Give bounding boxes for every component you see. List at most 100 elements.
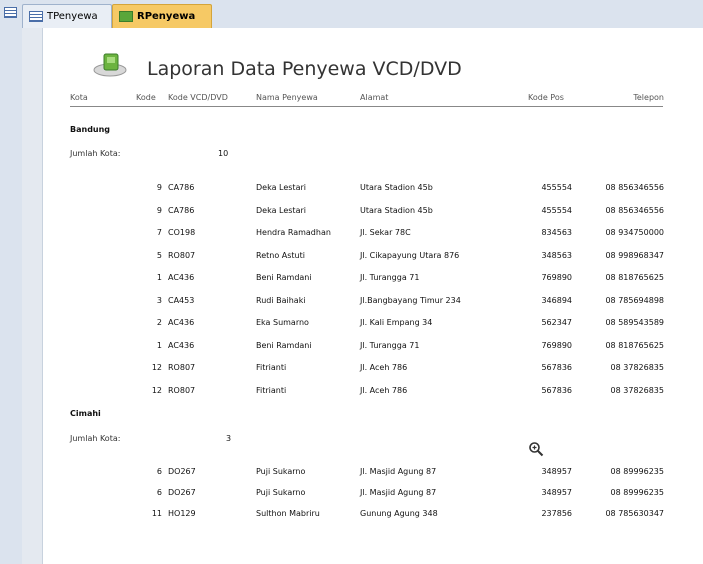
cell-kode-vcd: CA453 xyxy=(168,295,195,305)
cell-telepon: 08 818765625 xyxy=(605,273,664,282)
table-row: 3 CA453 Rudi Baihaki Jl.Bangbayang Timur 23… xyxy=(22,296,703,310)
cell-kode-vcd: DO267 xyxy=(168,488,196,497)
cell-nama: Hendra Ramadhan xyxy=(256,228,331,237)
cell-kode-pos: 348957 xyxy=(541,467,572,476)
column-header-telepon: Telepon xyxy=(633,93,664,102)
cell-telepon: 08 818765625 xyxy=(605,340,664,350)
cell-alamat: Jl. Turangga 71 xyxy=(360,273,420,282)
group-count-value: 10 xyxy=(218,149,229,158)
tab-rpenyewa[interactable]: RPenyewa xyxy=(112,4,212,28)
column-header-alamat: Alamat xyxy=(360,93,389,102)
document-tab-bar: TPenyewa RPenyewa xyxy=(0,0,703,29)
cell-kode-pos: 769890 xyxy=(541,273,572,282)
cell-nama: Puji Sukarno xyxy=(256,488,306,497)
table-row: 1 AC436 Beni Ramdani Jl. Turangga 71 769890 0… xyxy=(22,273,703,287)
cell-alamat: Jl.Bangbayang Timur 234 xyxy=(360,295,461,305)
report-view[interactable]: Laporan Data Penyewa VCD/DVD Kota Kode K… xyxy=(22,28,703,564)
cell-kode-pos: 562347 xyxy=(541,318,572,327)
cell-kode-vcd: RO807 xyxy=(168,250,196,260)
cell-kode-pos: 455554 xyxy=(541,183,572,192)
table-row: 6 DO267 Puji Sukarno Jl. Masjid Agung 87 348… xyxy=(22,488,703,502)
cell-nama: Sulthon Mabriru xyxy=(256,509,320,518)
cell-kode: 1 xyxy=(156,273,162,282)
cell-nama: Deka Lestari xyxy=(256,183,306,192)
cell-alamat: Jl. Sekar 78C xyxy=(360,228,411,237)
cell-alamat: Gunung Agung 348 xyxy=(360,509,438,518)
cell-alamat: Jl. Masjid Agung 87 xyxy=(360,467,437,476)
cell-kode: 5 xyxy=(156,250,162,260)
cell-kode: 6 xyxy=(156,467,162,476)
table-row: 11 HO129 Sulthon Mabriru Gunung Agung 348 23… xyxy=(22,509,703,523)
table-row: 9 CA786 Deka Lestari Utara Stadion 45b 45555… xyxy=(22,183,703,197)
cell-nama: Puji Sukarno xyxy=(256,467,306,476)
cell-alamat: Jl. Masjid Agung 87 xyxy=(360,488,437,497)
cell-kode-vcd: RO807 xyxy=(168,363,196,372)
cell-kode-vcd: DO267 xyxy=(168,467,196,476)
group-header-bandung: Bandung xyxy=(70,125,111,134)
cell-kode: 11 xyxy=(151,509,162,518)
cell-alamat: Utara Stadion 45b xyxy=(360,205,433,215)
cell-telepon: 08 37826835 xyxy=(610,363,664,372)
cell-kode-pos: 346894 xyxy=(541,295,572,305)
table-icon xyxy=(29,11,43,22)
cell-kode: 9 xyxy=(156,183,162,192)
cell-telepon: 08 998968347 xyxy=(605,250,664,260)
cell-kode-vcd: CA786 xyxy=(168,183,195,192)
group-count-label: Jumlah Kota: xyxy=(70,434,121,443)
cell-kode: 12 xyxy=(151,385,162,395)
cell-alamat: Jl. Cikapayung Utara 876 xyxy=(360,250,460,260)
cell-kode-vcd: CA786 xyxy=(168,205,195,215)
cell-kode-pos: 834563 xyxy=(541,228,572,237)
table-row: 9 CA786 Deka Lestari Utara Stadion 45b 45555… xyxy=(22,206,703,220)
cell-nama: Rudi Baihaki xyxy=(256,295,306,305)
cell-kode-pos: 348957 xyxy=(541,488,572,497)
tab-tpenyewa[interactable]: TPenyewa xyxy=(22,4,112,28)
header-divider xyxy=(70,106,663,107)
table-row: 1 AC436 Beni Ramdani Jl. Turangga 71 769890 0… xyxy=(22,341,703,355)
table-row: 6 DO267 Puji Sukarno Jl. Masjid Agung 87 348… xyxy=(22,467,703,481)
group-count-value: 3 xyxy=(226,434,232,443)
table-row: 12 RO807 Fitrianti Jl. Aceh 786 567836 08 378… xyxy=(22,386,703,400)
navigation-pane[interactable] xyxy=(0,28,23,564)
cell-alamat: Jl. Aceh 786 xyxy=(360,385,408,395)
cell-kode-vcd: RO807 xyxy=(168,385,196,395)
cell-alamat: Jl. Aceh 786 xyxy=(360,363,408,372)
cell-nama: Eka Sumarno xyxy=(256,318,309,327)
cell-telepon: 08 37826835 xyxy=(610,385,664,395)
cell-alamat: Utara Stadion 45b xyxy=(360,183,433,192)
cell-kode-vcd: HO129 xyxy=(168,509,196,518)
navigation-pane-icon[interactable] xyxy=(4,7,17,18)
cell-kode: 7 xyxy=(156,228,162,237)
column-header-nama: Nama Penyewa xyxy=(256,93,318,102)
cell-kode: 6 xyxy=(156,488,162,497)
cell-kode-pos: 237856 xyxy=(541,509,572,518)
magnifier-icon[interactable] xyxy=(528,441,544,457)
cell-nama: Beni Ramdani xyxy=(256,340,312,350)
cell-telepon: 08 785694898 xyxy=(605,295,664,305)
cell-kode: 12 xyxy=(151,363,162,372)
cell-telepon: 08 934750000 xyxy=(605,228,664,237)
cell-kode-pos: 567836 xyxy=(541,385,572,395)
column-header-kode-pos: Kode Pos xyxy=(528,93,564,102)
report-icon xyxy=(119,11,133,22)
report-logo-icon xyxy=(93,53,127,77)
cell-nama: Deka Lestari xyxy=(256,205,306,215)
cell-nama: Beni Ramdani xyxy=(256,273,312,282)
cell-nama: Retno Astuti xyxy=(256,250,305,260)
cell-kode: 2 xyxy=(156,318,162,327)
column-header-kode-vcd: Kode VCD/DVD xyxy=(168,93,228,102)
cell-telepon: 08 785630347 xyxy=(605,509,664,518)
cell-telepon: 08 589543589 xyxy=(605,318,664,327)
cell-kode-pos: 455554 xyxy=(541,205,572,215)
cell-telepon: 08 89996235 xyxy=(610,488,664,497)
cell-nama: Fitrianti xyxy=(256,385,287,395)
cell-telepon: 08 856346556 xyxy=(605,205,664,215)
cell-kode-pos: 769890 xyxy=(541,340,572,350)
cell-kode-vcd: AC436 xyxy=(168,340,195,350)
cell-alamat: Jl. Kali Empang 34 xyxy=(360,318,433,327)
cell-kode-vcd: AC436 xyxy=(168,273,195,282)
table-row: 2 AC436 Eka Sumarno Jl. Kali Empang 34 56234… xyxy=(22,318,703,332)
table-row: 12 RO807 Fitrianti Jl. Aceh 786 567836 08 378… xyxy=(22,363,703,377)
cell-kode: 9 xyxy=(156,205,162,215)
tab-label: RPenyewa xyxy=(137,10,196,22)
